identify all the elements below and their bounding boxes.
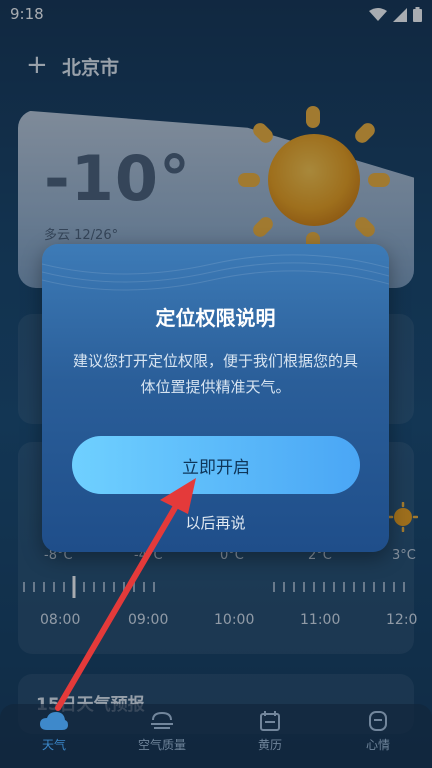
red-arrow-annotation bbox=[55, 478, 196, 711]
